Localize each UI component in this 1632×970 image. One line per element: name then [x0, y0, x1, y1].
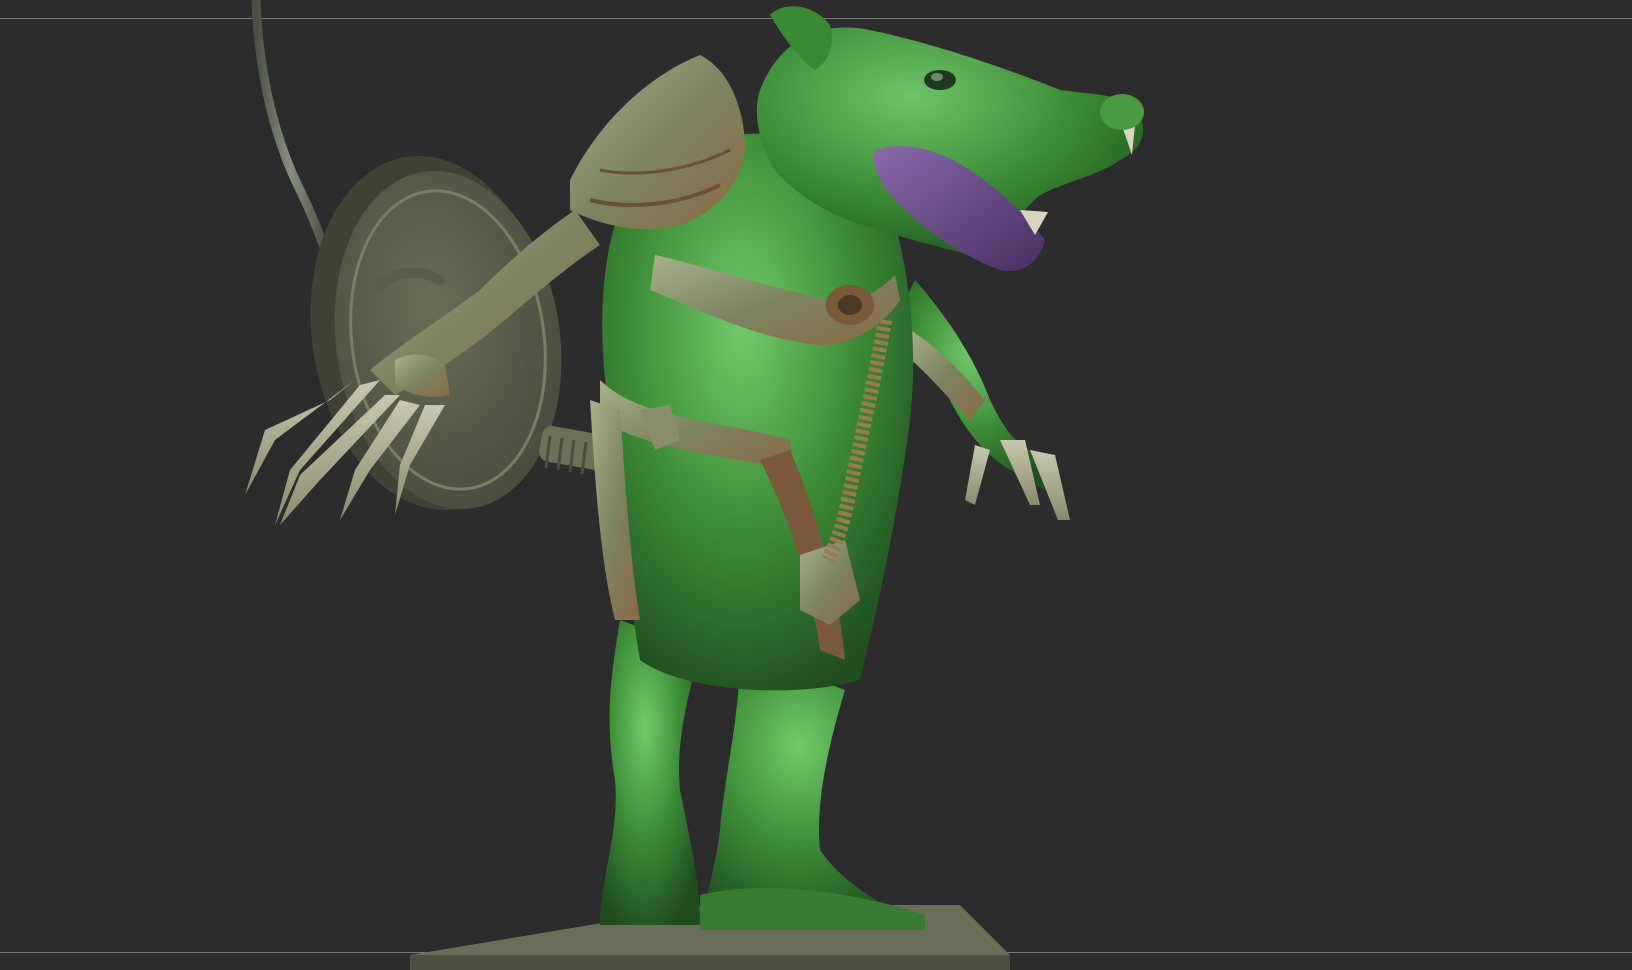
3d-viewport[interactable]: [0, 0, 1632, 970]
model-render[interactable]: [0, 0, 1632, 970]
model-right-arm: [900, 280, 1070, 520]
model-tail: [251, 0, 330, 255]
model-nose: [1100, 94, 1144, 130]
